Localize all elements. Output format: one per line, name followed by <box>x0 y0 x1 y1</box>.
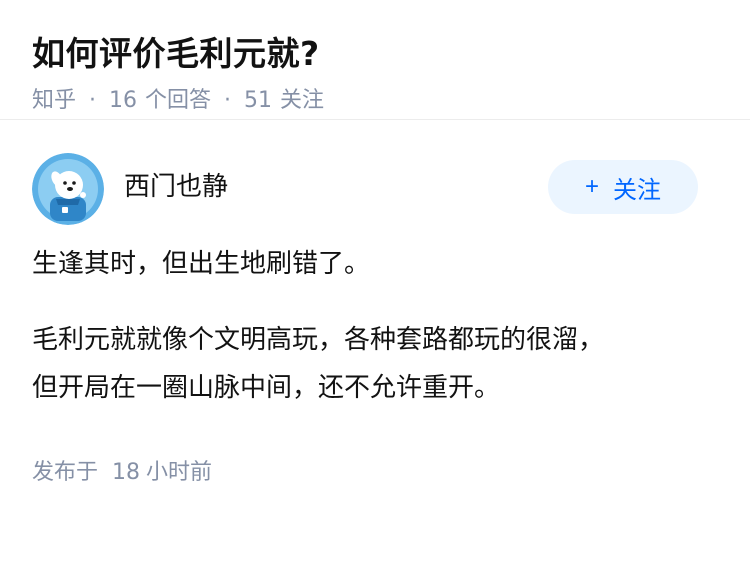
answer-card: 西门也静 + 关注 生逢其时，但出生地刷错了。 毛利元就就像个文明高玩，各种套路… <box>0 120 750 486</box>
answers-label[interactable]: 个回答 <box>145 86 211 116</box>
followers-count: 51 <box>244 88 273 113</box>
author-name[interactable]: 西门也静 <box>124 166 228 203</box>
avatar-cartoon-dog-icon <box>32 153 104 225</box>
meta-separator: · <box>224 88 232 113</box>
answer-content[interactable]: 生逢其时，但出生地刷错了。 毛利元就就像个文明高玩，各种套路都玩的很溜， 但开局… <box>32 240 718 412</box>
question-header: 如何评价毛利元就? 知乎 · 16 个回答 · 51 关注 <box>0 0 750 120</box>
avatar[interactable] <box>32 153 104 225</box>
follow-button-label: 关注 <box>613 176 661 204</box>
post-time-count: 18 <box>112 460 141 485</box>
post-time-suffix: 小时前 <box>146 460 213 485</box>
plus-icon: + <box>584 173 599 200</box>
followers-label[interactable]: 关注 <box>280 86 324 116</box>
question-meta: 知乎 · 16 个回答 · 51 关注 <box>32 86 718 116</box>
meta-separator: · <box>89 88 97 113</box>
answers-count: 16 <box>109 88 138 113</box>
follow-button[interactable]: + 关注 <box>548 160 698 214</box>
answer-paragraph: 毛利元就就像个文明高玩，各种套路都玩的很溜， 但开局在一圈山脉中间，还不允许重开… <box>32 316 718 412</box>
post-time: 发布于 18 小时前 <box>32 454 718 486</box>
source-label[interactable]: 知乎 <box>32 86 76 116</box>
post-time-prefix: 发布于 <box>32 460 99 485</box>
answer-line: 毛利元就就像个文明高玩，各种套路都玩的很溜， <box>32 325 605 355</box>
answer-paragraph: 生逢其时，但出生地刷错了。 <box>32 249 371 279</box>
question-title[interactable]: 如何评价毛利元就? <box>32 30 718 78</box>
author-row: 西门也静 + 关注 <box>32 152 718 226</box>
answer-line: 但开局在一圈山脉中间，还不允许重开。 <box>32 373 501 403</box>
